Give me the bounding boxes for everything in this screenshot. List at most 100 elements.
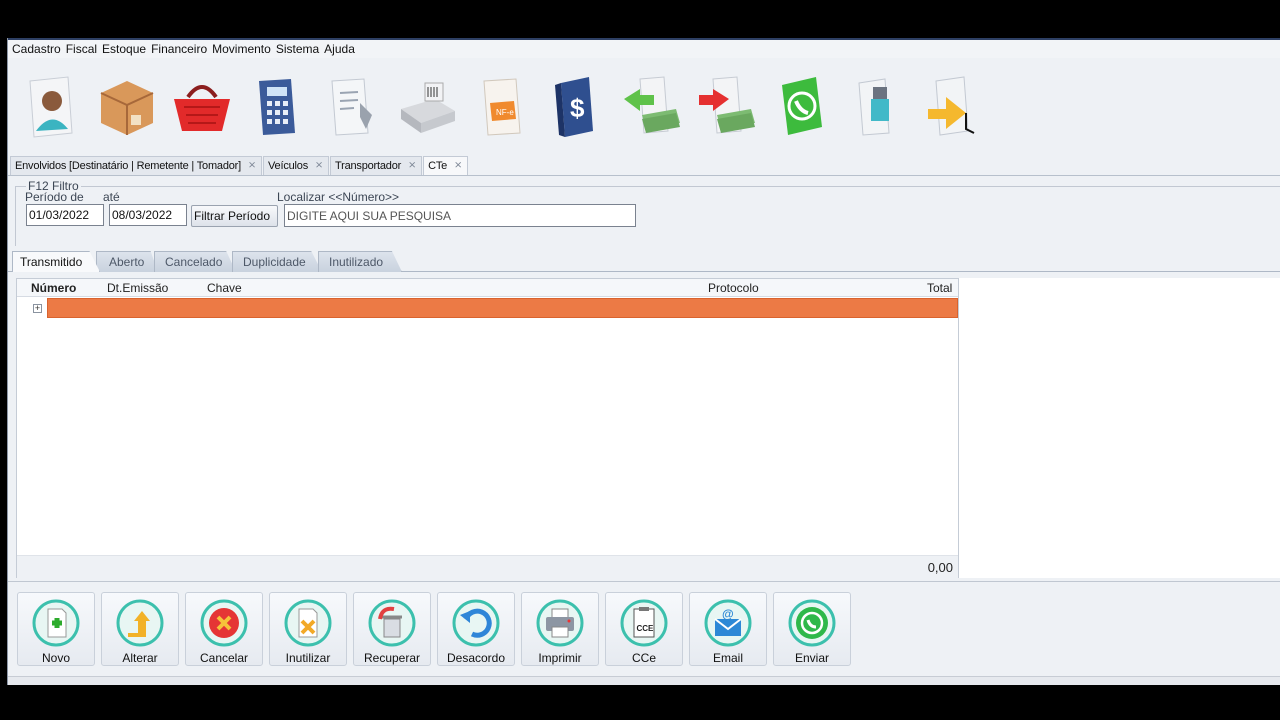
close-icon[interactable]: ⨯ (247, 161, 257, 171)
usb-drive-icon[interactable] (843, 71, 911, 143)
enviar-label: Enviar (794, 651, 829, 665)
close-icon[interactable]: ⨯ (407, 161, 417, 171)
search-input[interactable]: DIGITE AQUI SUA PESQUISA (284, 204, 636, 227)
box-icon[interactable] (93, 71, 161, 143)
imprimir-button[interactable]: Imprimir (521, 592, 599, 666)
document-tabs: Envolvidos [Destinatário | Remetente | T… (8, 156, 1280, 176)
email-button[interactable]: @ Email (689, 592, 767, 666)
recuperar-label: Recuperar (363, 651, 421, 665)
application-window: Cadastro Fiscal Estoque Financeiro Movim… (7, 38, 1280, 685)
cce-button[interactable]: CCE CCe (605, 592, 683, 666)
menu-movimento[interactable]: Movimento (212, 42, 276, 56)
filter-period-button[interactable]: Filtrar Período (191, 205, 278, 227)
whatsapp-icon (788, 599, 836, 647)
alterar-button[interactable]: Alterar (101, 592, 179, 666)
menu-financeiro[interactable]: Financeiro (151, 42, 212, 56)
svg-text:CCE: CCE (637, 624, 655, 633)
printer-icon (536, 599, 584, 647)
total-value: 0,00 (927, 560, 953, 575)
cce-document-icon: CCE (620, 599, 668, 647)
cashbook-icon[interactable]: $ (543, 71, 611, 143)
tab-cte[interactable]: CTe ⨯ (423, 156, 469, 175)
exit-arrow-icon[interactable] (918, 71, 986, 143)
money-out-icon[interactable] (693, 71, 761, 143)
desacordo-label: Desacordo (446, 651, 506, 665)
tab-label: CTe (428, 160, 448, 172)
main-toolbar: NF-e $ (8, 60, 1280, 154)
tab-transmitido[interactable]: Transmitido (12, 251, 100, 272)
period-until-label: até (103, 190, 120, 204)
tab-label: Envolvidos [Destinatário | Remetente | T… (15, 160, 242, 172)
calculator-icon[interactable] (243, 71, 311, 143)
desacordo-button[interactable]: Desacordo (437, 592, 515, 666)
menu-ajuda[interactable]: Ajuda (324, 42, 360, 56)
tab-label: Aberto (109, 255, 145, 269)
column-chave[interactable]: Chave (207, 281, 242, 295)
period-from-label: Período de (25, 190, 84, 204)
svg-text:@: @ (722, 607, 734, 621)
menu-cadastro[interactable]: Cadastro (12, 42, 66, 56)
cancelar-button[interactable]: Cancelar (185, 592, 263, 666)
table-row[interactable]: + (17, 298, 958, 319)
edit-arrow-icon (116, 599, 164, 647)
tab-label: Transmitido (20, 255, 83, 269)
column-total[interactable]: Total (927, 281, 952, 295)
cash-register-icon[interactable] (393, 71, 461, 143)
menu-sistema[interactable]: Sistema (276, 42, 324, 56)
status-tabs: Transmitido Aberto Cancelado Duplicidade… (12, 250, 402, 272)
tab-aberto[interactable]: Aberto (96, 251, 158, 272)
imprimir-label: Imprimir (538, 651, 582, 665)
cce-label: CCe (631, 651, 656, 665)
screen-bottom-border (0, 685, 1280, 720)
email-icon: @ (704, 599, 752, 647)
document-tools-icon[interactable] (318, 71, 386, 143)
date-from-field[interactable]: 01/03/2022 (26, 204, 104, 226)
divider (8, 581, 1280, 582)
cancel-icon (200, 599, 248, 647)
tab-envolvidos[interactable]: Envolvidos [Destinatário | Remetente | T… (10, 156, 263, 175)
expand-icon[interactable]: + (33, 304, 42, 313)
column-protocolo[interactable]: Protocolo (708, 281, 759, 295)
svg-text:$: $ (570, 93, 585, 123)
tab-transportador[interactable]: Transportador ⨯ (330, 156, 423, 175)
date-to-field[interactable]: 08/03/2022 (109, 204, 187, 226)
recuperar-button[interactable]: Recuperar (353, 592, 431, 666)
grid-footer: 0,00 (17, 555, 958, 578)
tab-inutilizado[interactable]: Inutilizado (318, 251, 402, 272)
cte-grid[interactable]: Número Dt.Emissão Chave Protocolo Total … (16, 278, 959, 578)
search-label: Localizar <<Número>> (277, 190, 400, 204)
enviar-button[interactable]: Enviar (773, 592, 851, 666)
novo-button[interactable]: Novo (17, 592, 95, 666)
tab-label: Veículos (268, 160, 308, 172)
close-icon[interactable]: ⨯ (314, 161, 324, 171)
tab-duplicidade[interactable]: Duplicidade (232, 251, 322, 272)
void-document-icon (284, 599, 332, 647)
person-icon[interactable] (18, 71, 86, 143)
menu-bar: Cadastro Fiscal Estoque Financeiro Movim… (8, 38, 1280, 58)
undo-icon (452, 599, 500, 647)
basket-icon[interactable] (168, 71, 236, 143)
tab-cancelado[interactable]: Cancelado (154, 251, 236, 272)
grid-header: Número Dt.Emissão Chave Protocolo Total (17, 279, 958, 297)
menu-estoque[interactable]: Estoque (102, 42, 151, 56)
email-label: Email (712, 651, 743, 665)
tab-veiculos[interactable]: Veículos ⨯ (263, 156, 329, 175)
alterar-label: Alterar (122, 651, 158, 665)
close-icon[interactable]: ⨯ (453, 161, 463, 171)
tab-label: Cancelado (165, 255, 223, 269)
screen-top-border (0, 0, 1280, 38)
column-numero[interactable]: Número (31, 281, 76, 295)
status-bar (8, 676, 1280, 685)
highlighted-row[interactable] (47, 298, 958, 318)
tab-label: Transportador (335, 160, 402, 172)
whatsapp-app-icon[interactable] (768, 71, 836, 143)
column-dt-emissao[interactable]: Dt.Emissão (107, 281, 168, 295)
money-in-icon[interactable] (618, 71, 686, 143)
nfe-document-icon[interactable]: NF-e (468, 71, 536, 143)
inutilizar-button[interactable]: Inutilizar (269, 592, 347, 666)
recover-trash-icon (368, 599, 416, 647)
svg-text:NF-e: NF-e (496, 108, 514, 117)
filter-group: F12 Filtro Período de até 01/03/2022 08/… (15, 179, 1280, 246)
inutilizar-label: Inutilizar (285, 651, 331, 665)
menu-fiscal[interactable]: Fiscal (66, 42, 102, 56)
